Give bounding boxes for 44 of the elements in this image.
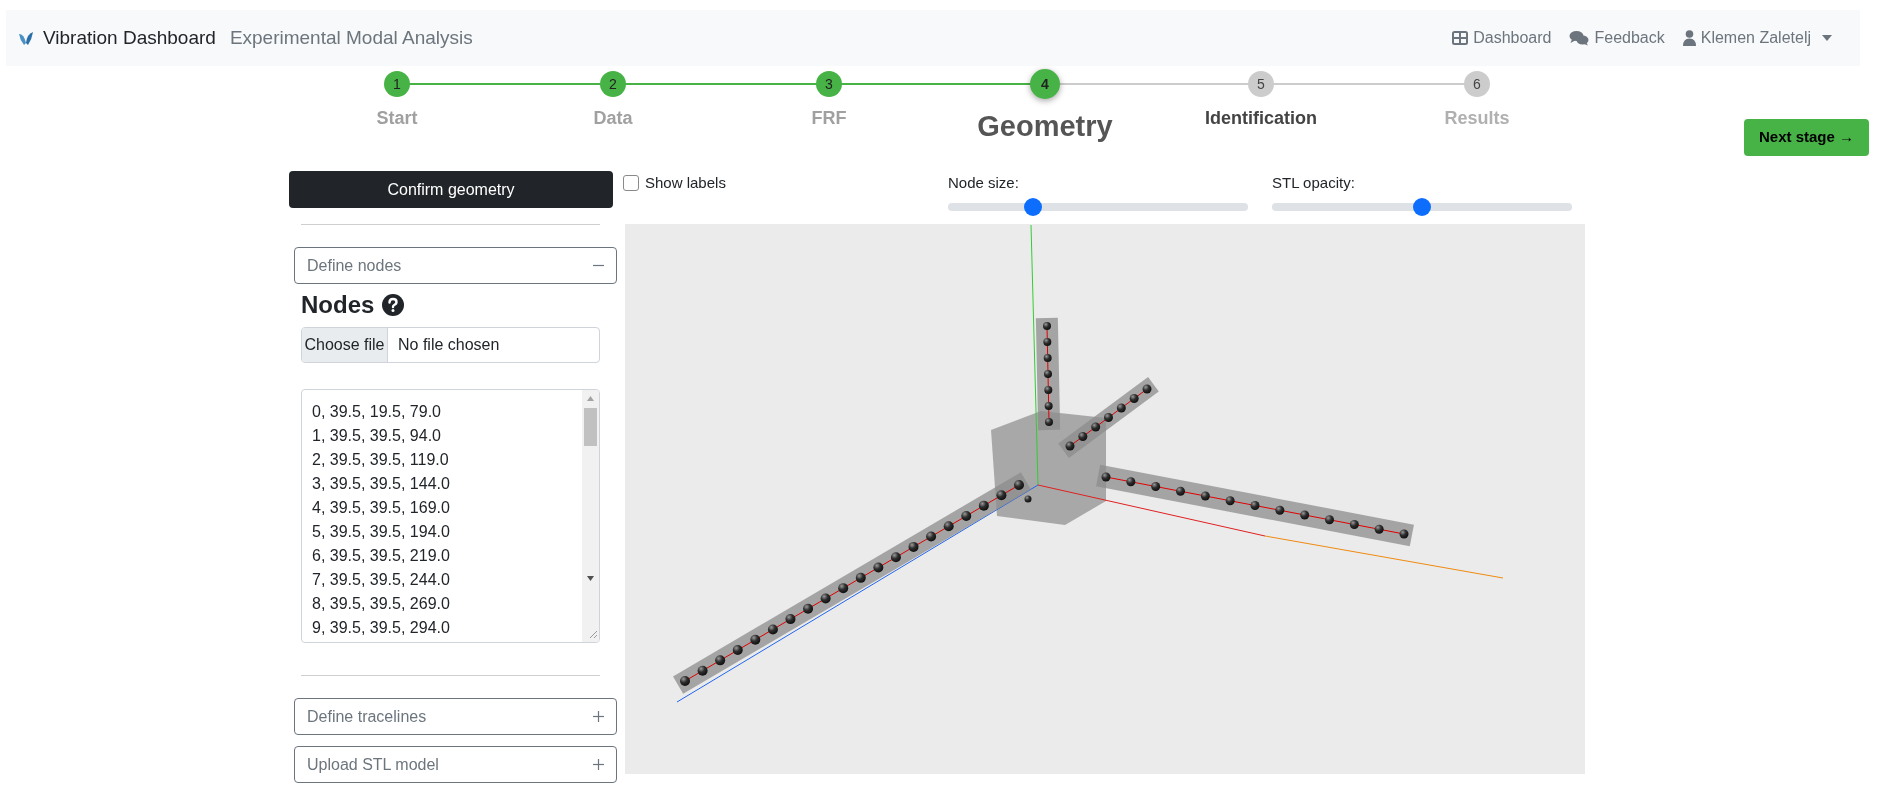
- section-toggle[interactable]: Define tracelines: [294, 698, 617, 735]
- chat-bubbles-icon: [1569, 30, 1590, 46]
- plus-icon: [593, 759, 604, 770]
- nav-link[interactable]: Dashboard: [1452, 26, 1552, 50]
- section-toggle[interactable]: Define nodes: [294, 247, 617, 284]
- nodes-heading: Nodes: [301, 290, 375, 320]
- slider[interactable]: [1272, 198, 1572, 216]
- step-number[interactable]: 4: [1030, 69, 1060, 99]
- brand-title[interactable]: Vibration Dashboard: [43, 23, 216, 53]
- slider[interactable]: [948, 198, 1248, 216]
- slider-label: STL opacity:: [1272, 173, 1356, 193]
- textarea-text: 0, 39.5, 19.5, 79.0 1, 39.5, 39.5, 94.0 2, 39.5, 39.5, 119.0 3, 39.5, 39.5, 144.0 4, 39.5, 39.5, 169.0 5, 39.5, 39.5, 194.0 6, 39.5, 39.5, 219.0 7, 39.5, 39.5, 244.0 8, 39.5, 39.5, 269.0 9, 39.5, 39.5, 294.0: [311, 402, 451, 638]
- nav-link-label: Dashboard: [1473, 28, 1552, 48]
- page-subtitle: Experimental Modal Analysis: [229, 25, 473, 50]
- slider-thumb[interactable]: [1413, 198, 1431, 216]
- step-number[interactable]: 1: [384, 71, 410, 97]
- nav-link[interactable]: Feedback: [1569, 26, 1665, 50]
- scrollbar[interactable]: [582, 390, 599, 642]
- nav-link-label: Klemen Zaletelj: [1700, 28, 1811, 48]
- slider-thumb[interactable]: [1024, 198, 1043, 216]
- step-label[interactable]: Geometry: [977, 108, 1113, 144]
- nodes-textarea[interactable]: [301, 389, 600, 643]
- help-icon[interactable]: [382, 294, 405, 316]
- caret-icon: [1822, 35, 1832, 41]
- nav-link-label: Feedback: [1594, 28, 1665, 48]
- slider-label: Node size:: [948, 173, 1020, 193]
- step-number[interactable]: 6: [1464, 71, 1490, 97]
- step-number[interactable]: 5: [1248, 71, 1274, 97]
- step-number[interactable]: 2: [600, 71, 626, 97]
- choose-file-button[interactable]: Choose file: [302, 328, 388, 362]
- file-status: No file chosen: [397, 335, 500, 355]
- user-icon: [1682, 30, 1696, 46]
- confirm-geometry-button[interactable]: Confirm geometry: [289, 171, 613, 208]
- file-input[interactable]: Choose file No file chosen: [301, 327, 600, 363]
- plus-icon: [593, 711, 604, 722]
- checkbox-label: Show labels: [645, 173, 726, 193]
- next-stage-button[interactable]: Next stage →: [1744, 119, 1869, 156]
- section-toggle[interactable]: Upload STL model: [294, 746, 617, 783]
- step-number[interactable]: 3: [816, 71, 842, 97]
- user-menu[interactable]: Klemen Zaletelj: [1682, 26, 1832, 50]
- show-labels-checkbox[interactable]: [623, 175, 639, 191]
- logo-icon: [18, 30, 34, 46]
- grid-icon: [1452, 31, 1469, 45]
- step-label[interactable]: Identification: [1205, 106, 1317, 130]
